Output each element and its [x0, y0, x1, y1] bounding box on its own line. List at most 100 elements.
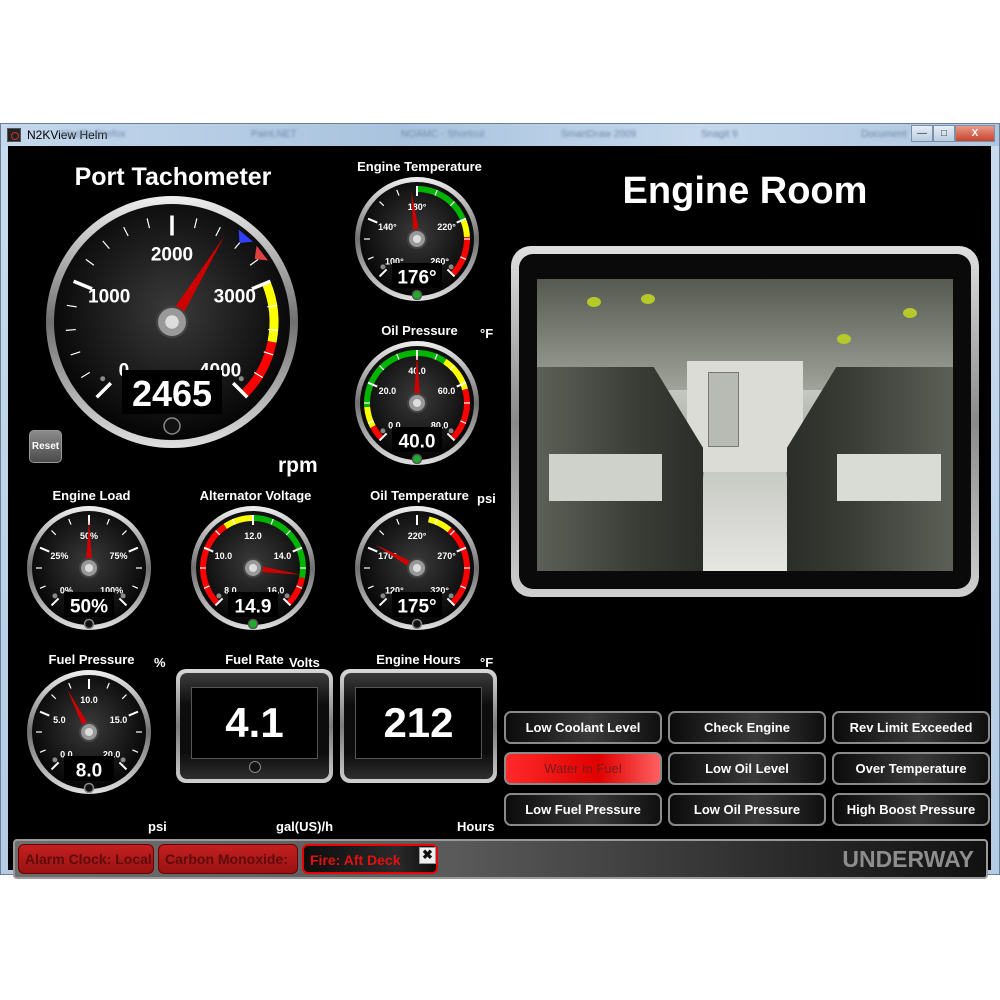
tick-label: 60.0	[438, 386, 456, 396]
needle-hub-cap	[412, 563, 422, 573]
tick-label: 270°	[437, 551, 456, 561]
gauge-svg: 8.010.012.014.016.014.9	[191, 506, 315, 630]
status-light-icon	[163, 417, 181, 435]
status-light-icon	[247, 618, 259, 630]
alarm-button-low-fuel-pressure[interactable]: Low Fuel Pressure	[504, 793, 662, 826]
tick-label: 140°	[378, 222, 397, 232]
needle-hub-cap	[84, 727, 94, 737]
engine-hours-value: 212	[355, 687, 482, 759]
tick-label: 12.0	[244, 531, 262, 541]
digital-readout: 50%	[70, 597, 108, 618]
alarm-button-low-coolant-level[interactable]: Low Coolant Level	[504, 711, 662, 744]
engine-temperature-title: Engine Temperature	[357, 159, 482, 174]
engine-temperature-gauge: 100° 140° 180° 220° 260° 176°	[353, 175, 481, 303]
gauge-svg: 0%25%50%75%100%50%	[27, 506, 151, 630]
needle-hub-cap	[165, 315, 179, 329]
tick-label: 220°	[437, 222, 456, 232]
engine-hours-unit: Hours	[457, 819, 495, 834]
screw	[100, 376, 106, 382]
engine-room-camera-feed[interactable]	[537, 279, 953, 571]
fuel-rate-title: Fuel Rate	[225, 652, 284, 667]
screw	[52, 593, 58, 599]
tick-label: 14.0	[274, 551, 292, 561]
app-window: N2KView Helm Mozilla Firefox Paint.NET N…	[0, 123, 1000, 879]
digital-readout: 2465	[132, 373, 212, 414]
status-alarm-alarm-clock[interactable]: Alarm Clock: Local	[18, 844, 154, 874]
tick-label: 3000	[214, 286, 256, 307]
background-tab: SmartDraw 2009	[561, 129, 637, 140]
fuel-pressure-unit: psi	[148, 819, 167, 834]
tachometer-gauge: 010002000300040002465	[44, 194, 300, 450]
screw	[380, 264, 386, 270]
alarm-button-water-in-fuel[interactable]: Water In Fuel	[504, 752, 662, 785]
tick-label: 10.0	[215, 551, 233, 561]
alarm-button-check-engine[interactable]: Check Engine	[668, 711, 826, 744]
status-alarm-fire-label: Fire: Aft Deck	[310, 852, 401, 868]
fuel-pressure-title: Fuel Pressure	[48, 652, 135, 667]
vessel-mode: UNDERWAY	[842, 846, 974, 872]
tick-label: 75%	[110, 551, 128, 561]
tick-label: 180°	[408, 202, 427, 212]
fuel-rate-panel: 4.1	[176, 669, 333, 783]
alternator-voltage-title: Alternator Voltage	[199, 488, 312, 503]
alarm-button-low-oil-pressure[interactable]: Low Oil Pressure	[668, 793, 826, 826]
screw	[448, 264, 454, 270]
screw	[120, 593, 126, 599]
status-alarm-carbon-monoxide[interactable]: Carbon Monoxide:	[158, 844, 298, 874]
needle-hub-cap	[412, 234, 422, 244]
maximize-button[interactable]: □	[933, 125, 955, 142]
gauge-svg: 120°170°220°270°320°175°	[355, 506, 479, 630]
fuel-pressure-gauge: 0.0 5.0 10.0 15.0 20.0 8.0	[25, 668, 153, 796]
alarm-button-low-oil-level[interactable]: Low Oil Level	[668, 752, 826, 785]
gauge-svg: 010002000300040002465	[46, 196, 298, 448]
status-light-icon	[411, 618, 423, 630]
tick-label: 5.0	[53, 715, 66, 725]
oil-pressure-gauge: 0.020.040.060.080.040.0	[353, 339, 481, 467]
digital-readout: 175°	[397, 597, 436, 618]
digital-readout: 40.0	[399, 432, 436, 453]
gauge-svg: 0.020.040.060.080.040.0	[355, 341, 479, 465]
background-tab: Document	[861, 129, 907, 140]
fuel-rate-value: 4.1	[191, 687, 318, 759]
screw	[380, 593, 386, 599]
needle-hub-cap	[248, 563, 258, 573]
camera-frame	[511, 246, 979, 597]
minor-tick	[268, 328, 279, 331]
dashboard: Port Tachometer 010002000300040002465 Re…	[8, 146, 991, 879]
background-tab: Snagit 9	[701, 129, 738, 140]
alarm-button-rev-limit-exceeded[interactable]: Rev Limit Exceeded	[832, 711, 990, 744]
minimize-button[interactable]: —	[911, 125, 933, 142]
oil-temperature-gauge: 120° 170° 220° 270° 320° 175°	[353, 504, 481, 632]
alarm-button-high-boost-pressure[interactable]: High Boost Pressure	[832, 793, 990, 826]
status-alarm-fire-aft-deck[interactable]: Fire: Aft Deck	[302, 844, 438, 874]
status-light-icon	[83, 782, 95, 794]
background-tab: Paint.NET	[251, 129, 297, 140]
window-controls: — □ X	[911, 125, 995, 142]
background-tab: NOAMC - Shortcut	[401, 129, 485, 140]
screw	[448, 593, 454, 599]
tick-label: 220°	[408, 531, 427, 541]
status-light-icon	[411, 289, 423, 301]
screw	[380, 428, 386, 434]
reset-button[interactable]: Reset	[29, 430, 62, 463]
tick-label: 10.0	[80, 695, 98, 705]
tachometer-unit: rpm	[278, 454, 318, 477]
screw	[284, 593, 290, 599]
oil-pressure-title: Oil Pressure	[381, 323, 458, 338]
engine-load-gauge: 0%25%50%75%100%50%	[25, 504, 153, 632]
tick-label: 2000	[151, 244, 193, 265]
engine-hours-title: Engine Hours	[376, 652, 461, 667]
title-bar: N2KView Helm Mozilla Firefox Paint.NET N…	[1, 124, 999, 146]
tick-label: 25%	[50, 551, 68, 561]
gauge-svg: 100°140°180°220°260°176°	[355, 177, 479, 301]
close-button[interactable]: X	[955, 125, 995, 142]
engine-load-title: Engine Load	[52, 488, 131, 503]
alternator-voltage-gauge: 8.0 10.0 12.0 14.0 16.0 14.9	[189, 504, 317, 632]
digital-readout: 14.9	[235, 597, 272, 618]
status-bar: Alarm Clock: Local Carbon Monoxide: Fire…	[13, 839, 988, 879]
alarm-button-over-temperature[interactable]: Over Temperature	[832, 752, 990, 785]
dismiss-alarm-close-icon[interactable]: ✖	[419, 847, 436, 864]
digital-readout: 8.0	[76, 761, 102, 782]
engine-hours-panel: 212	[340, 669, 497, 783]
app-icon	[7, 128, 21, 142]
